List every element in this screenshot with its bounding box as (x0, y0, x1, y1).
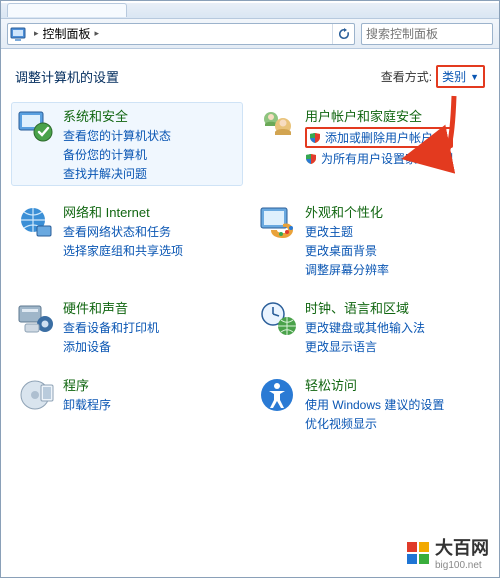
category-network[interactable]: 网络和 Internet 查看网络状态和任务 选择家庭组和共享选项 (11, 198, 243, 282)
breadcrumb[interactable]: ▸ 控制面板 ▸ (7, 23, 355, 45)
category-link[interactable]: 查看网络状态和任务 (63, 223, 183, 240)
breadcrumb-label: 控制面板 (43, 25, 91, 42)
category-link[interactable]: 更改键盘或其他输入法 (305, 319, 425, 336)
category-user-accounts[interactable]: 用户帐户和家庭安全 添加或删除用户帐户 为所有用户设置家长控制 (253, 102, 485, 186)
watermark: 大百网 big100.net (407, 534, 489, 571)
category-title[interactable]: 轻松访问 (305, 375, 444, 394)
system-security-icon (15, 106, 55, 146)
ease-of-access-icon (257, 375, 297, 415)
search-input[interactable] (366, 27, 500, 41)
link-add-remove-user[interactable]: 添加或删除用户帐户 (305, 127, 453, 148)
category-link[interactable]: 卸载程序 (63, 396, 111, 413)
user-accounts-icon (257, 106, 297, 146)
uac-shield-icon (305, 153, 317, 165)
category-link[interactable]: 查看您的计算机状态 (63, 127, 171, 144)
watermark-domain: big100.net (435, 560, 489, 571)
category-title[interactable]: 外观和个性化 (305, 202, 389, 221)
category-system-security[interactable]: 系统和安全 查看您的计算机状态 备份您的计算机 查找并解决问题 (11, 102, 243, 186)
watermark-text: 大百网 big100.net (435, 534, 489, 571)
hardware-sound-icon (15, 298, 55, 338)
category-link[interactable]: 使用 Windows 建议的设置 (305, 396, 444, 413)
category-link[interactable]: 优化视频显示 (305, 415, 444, 432)
category-title[interactable]: 程序 (63, 375, 111, 394)
clock-language-icon (257, 298, 297, 338)
category-hardware-sound[interactable]: 硬件和声音 查看设备和打印机 添加设备 (11, 294, 243, 359)
category-grid: 系统和安全 查看您的计算机状态 备份您的计算机 查找并解决问题 用户帐户和家庭安… (1, 94, 499, 450)
address-bar: ▸ 控制面板 ▸ (1, 19, 499, 49)
view-by: 查看方式: 类别 ▼ (381, 65, 485, 88)
category-title[interactable]: 硬件和声音 (63, 298, 159, 317)
category-title[interactable]: 时钟、语言和区域 (305, 298, 425, 317)
category-link[interactable]: 更改显示语言 (305, 338, 425, 355)
view-by-dropdown[interactable]: 类别 ▼ (436, 65, 485, 88)
category-ease-of-access[interactable]: 轻松访问 使用 Windows 建议的设置 优化视频显示 (253, 371, 485, 436)
uac-shield-icon (309, 132, 321, 144)
view-by-value: 类别 (442, 68, 466, 85)
category-appearance[interactable]: 外观和个性化 更改主题 更改桌面背景 调整屏幕分辨率 (253, 198, 485, 282)
category-programs[interactable]: 程序 卸载程序 (11, 371, 243, 436)
search-box[interactable] (361, 23, 493, 45)
category-clock-language[interactable]: 时钟、语言和区域 更改键盘或其他输入法 更改显示语言 (253, 294, 485, 359)
link-parental-controls[interactable]: 为所有用户设置家长控制 (305, 150, 453, 167)
breadcrumb-root[interactable]: ▸ 控制面板 ▸ (28, 24, 105, 44)
watermark-logo (407, 542, 429, 564)
chevron-right-icon: ▸ (95, 28, 100, 39)
view-by-label: 查看方式: (381, 68, 432, 85)
window-titlebar (1, 3, 499, 19)
category-title[interactable]: 用户帐户和家庭安全 (305, 106, 453, 125)
control-panel-icon (8, 24, 28, 44)
watermark-brand: 大百网 (435, 538, 489, 558)
network-icon (15, 202, 55, 242)
chevron-down-icon: ▼ (470, 72, 479, 82)
category-link[interactable]: 更改主题 (305, 223, 389, 240)
category-link[interactable]: 添加设备 (63, 338, 159, 355)
category-title[interactable]: 系统和安全 (63, 106, 171, 125)
category-link[interactable]: 备份您的计算机 (63, 146, 171, 163)
category-link[interactable]: 查找并解决问题 (63, 165, 171, 182)
category-link[interactable]: 更改桌面背景 (305, 242, 389, 259)
programs-icon (15, 375, 55, 415)
appearance-icon (257, 202, 297, 242)
window-tab[interactable] (7, 3, 127, 17)
category-link[interactable]: 调整屏幕分辨率 (305, 261, 389, 278)
category-title[interactable]: 网络和 Internet (63, 202, 183, 221)
category-link[interactable]: 查看设备和打印机 (63, 319, 159, 336)
page-title: 调整计算机的设置 (15, 67, 119, 86)
category-link[interactable]: 选择家庭组和共享选项 (63, 242, 183, 259)
chevron-right-icon: ▸ (34, 28, 39, 39)
refresh-button[interactable] (332, 24, 354, 44)
content-header: 调整计算机的设置 查看方式: 类别 ▼ (1, 49, 499, 94)
